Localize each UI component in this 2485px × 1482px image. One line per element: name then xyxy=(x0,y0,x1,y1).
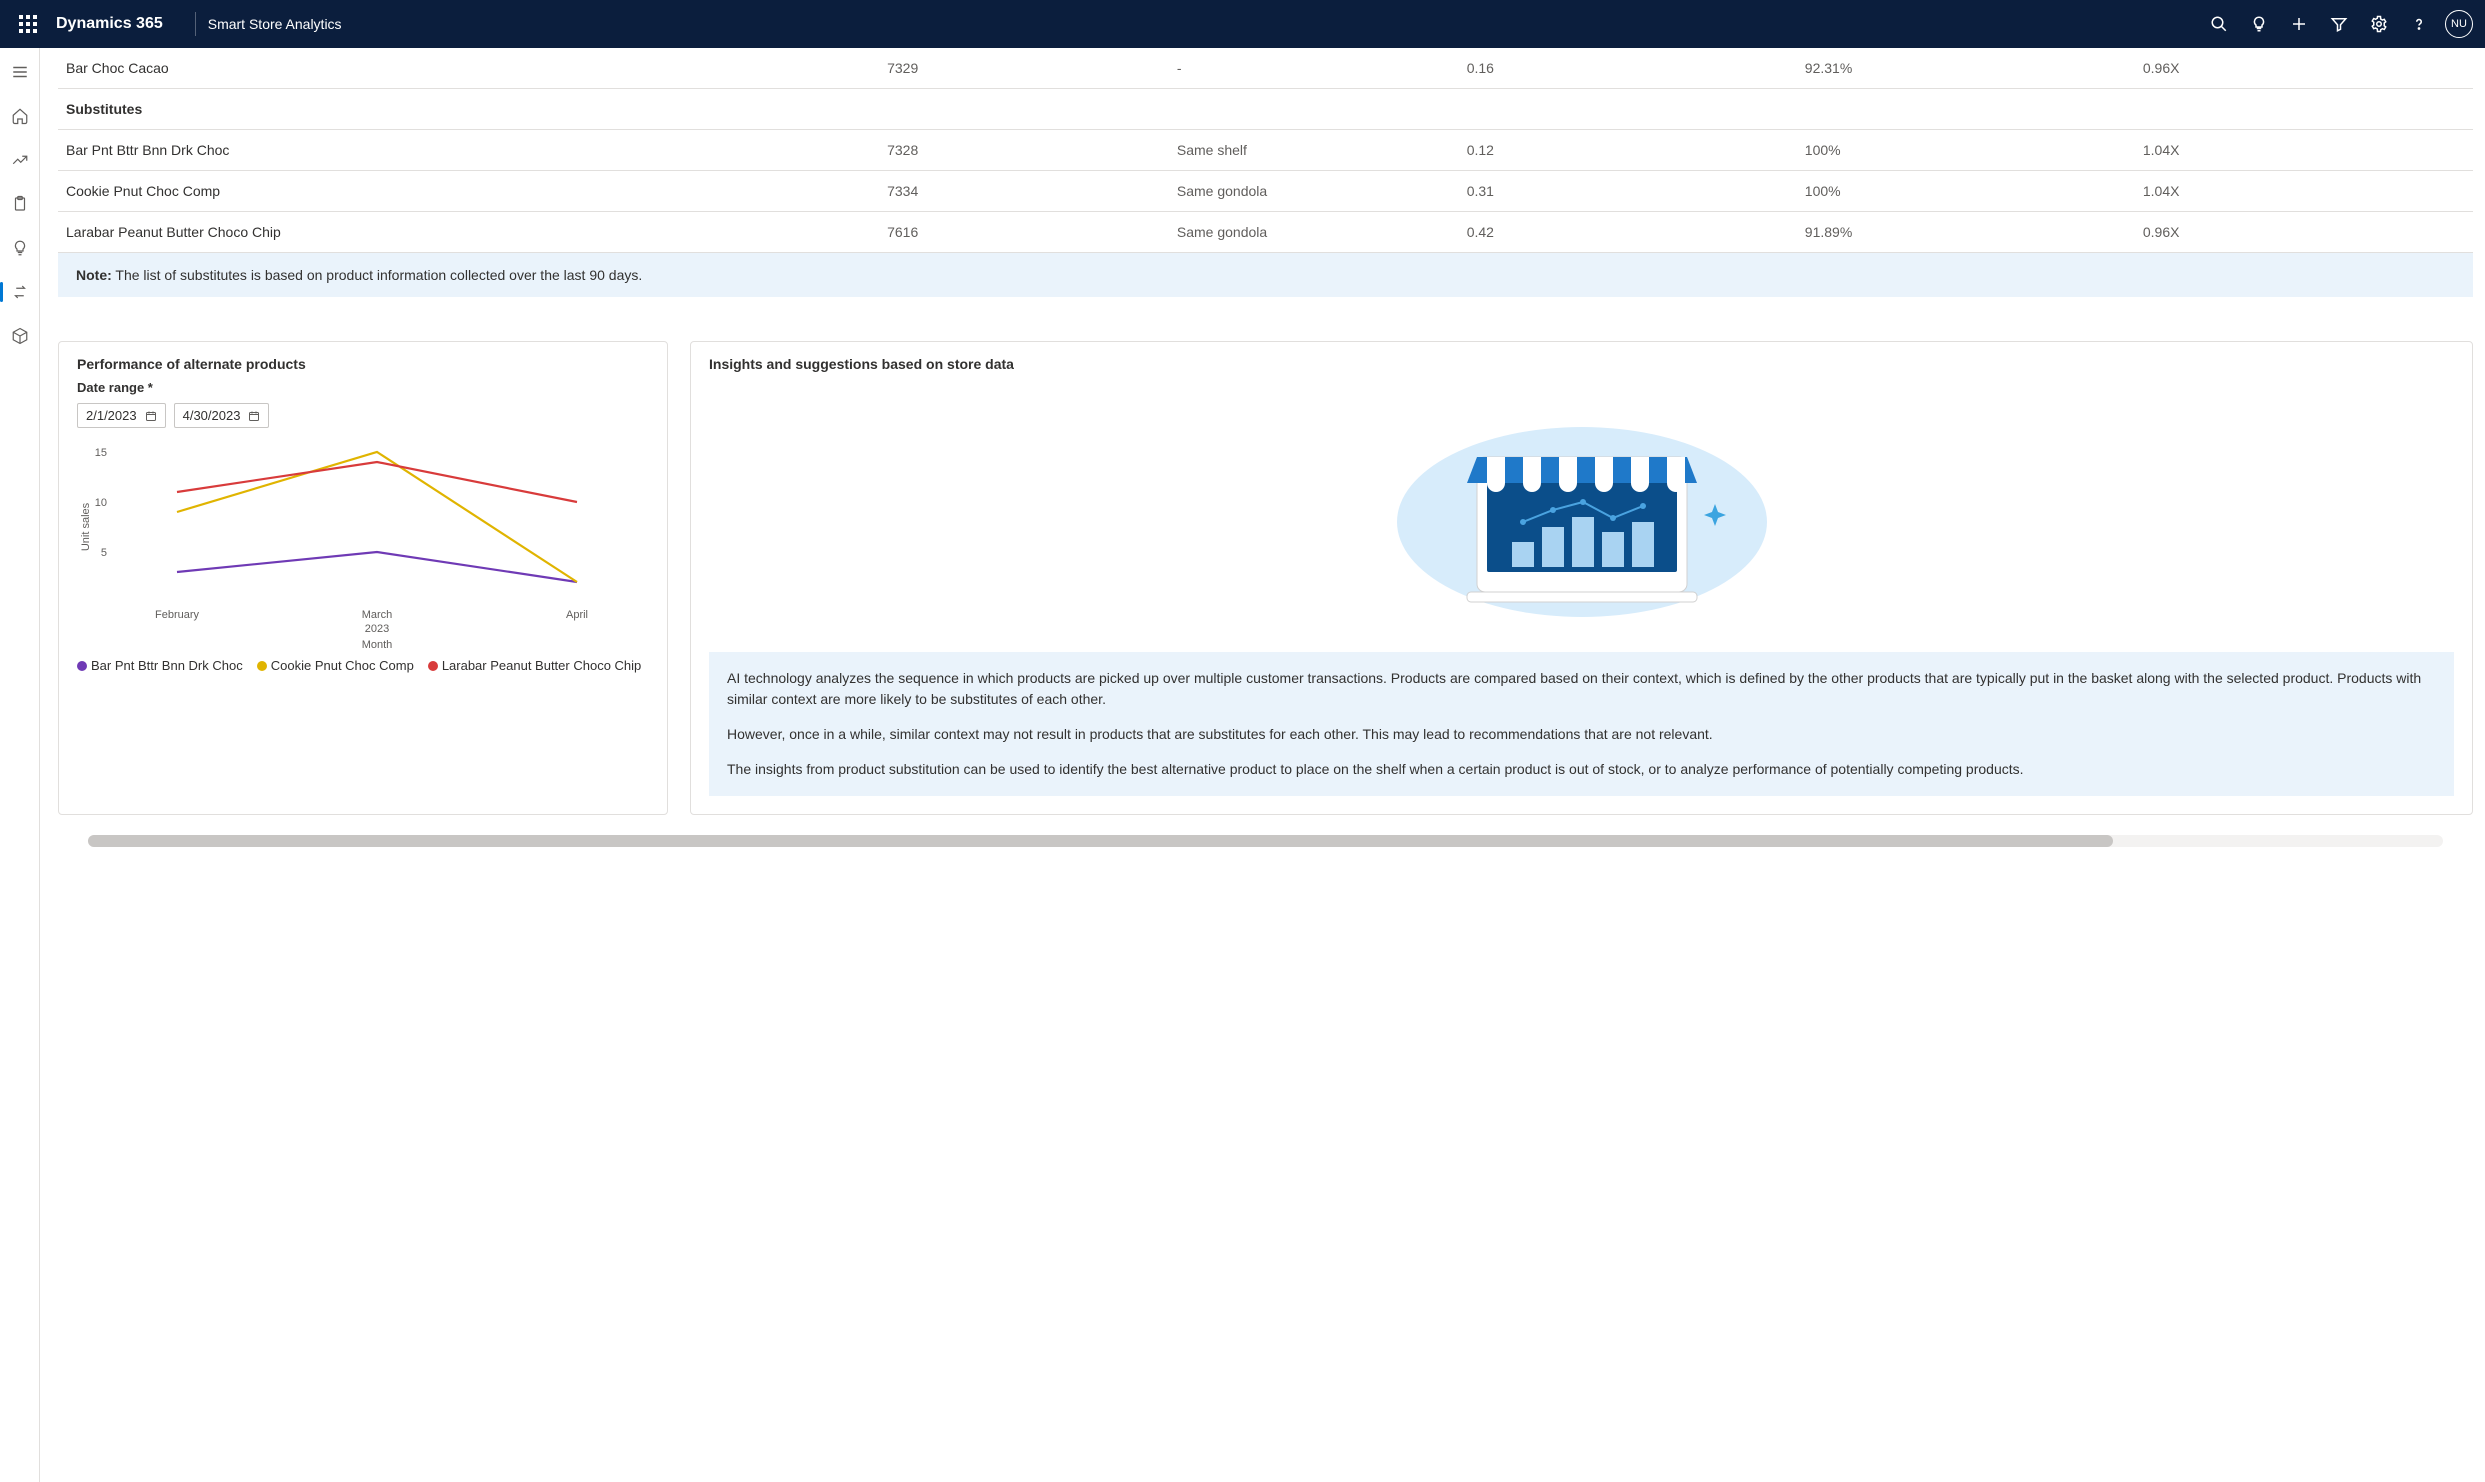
chart-up-icon[interactable] xyxy=(4,144,36,176)
cell-pct: 100% xyxy=(1797,130,2135,171)
date-range-label: Date range * xyxy=(77,380,649,395)
hamburger-icon[interactable] xyxy=(4,56,36,88)
cell-name: Larabar Peanut Butter Choco Chip xyxy=(58,212,879,253)
clipboard-icon[interactable] xyxy=(4,188,36,220)
app-launcher-icon[interactable] xyxy=(8,0,48,48)
gear-icon[interactable] xyxy=(2359,0,2399,48)
cell-location: Same shelf xyxy=(1169,130,1459,171)
cell-sku: 7329 xyxy=(879,48,1169,89)
svg-text:Month: Month xyxy=(362,639,393,651)
svg-text:10: 10 xyxy=(95,497,107,509)
cell-val1: 0.12 xyxy=(1459,130,1797,171)
insights-p3: The insights from product substitution c… xyxy=(727,759,2436,780)
svg-text:15: 15 xyxy=(95,447,107,459)
help-icon[interactable] xyxy=(2399,0,2439,48)
legend-label: Larabar Peanut Butter Choco Chip xyxy=(442,658,641,673)
svg-text:Unit sales: Unit sales xyxy=(80,502,92,551)
cell-location: Same gondola xyxy=(1169,171,1459,212)
cell-sku: 7616 xyxy=(879,212,1169,253)
insights-illustration xyxy=(1392,402,1772,622)
table-row[interactable]: Cookie Pnut Choc Comp 7334 Same gondola … xyxy=(58,171,2473,212)
svg-text:March: March xyxy=(362,609,393,621)
cell-ratio: 1.04X xyxy=(2135,130,2473,171)
calendar-icon xyxy=(145,410,157,422)
legend-dot-icon xyxy=(428,661,438,671)
search-icon[interactable] xyxy=(2199,0,2239,48)
avatar-initials: NU xyxy=(2451,18,2467,30)
cell-sku: 7328 xyxy=(879,130,1169,171)
legend-dot-icon xyxy=(257,661,267,671)
note-label: Note: xyxy=(76,267,112,283)
scrollbar-thumb[interactable] xyxy=(88,835,2113,847)
table-row[interactable]: Larabar Peanut Butter Choco Chip 7616 Sa… xyxy=(58,212,2473,253)
plus-icon[interactable] xyxy=(2279,0,2319,48)
note-text: The list of substitutes is based on prod… xyxy=(115,267,642,283)
insights-title: Insights and suggestions based on store … xyxy=(709,356,2454,372)
date-start-input[interactable]: 2/1/2023 xyxy=(77,403,166,428)
lightbulb-icon[interactable] xyxy=(2239,0,2279,48)
topbar: Dynamics 365 Smart Store Analytics NU xyxy=(0,0,2485,48)
cell-val1: 0.31 xyxy=(1459,171,1797,212)
table-row[interactable]: Bar Pnt Bttr Bnn Drk Choc 7328 Same shel… xyxy=(58,130,2473,171)
package-icon[interactable] xyxy=(4,320,36,352)
svg-text:2023: 2023 xyxy=(365,623,389,635)
section-header: Substitutes xyxy=(58,89,2473,130)
cell-name: Bar Choc Cacao xyxy=(58,48,879,89)
legend-item[interactable]: Bar Pnt Bttr Bnn Drk Choc xyxy=(77,658,243,673)
app-name-label[interactable]: Smart Store Analytics xyxy=(208,16,342,32)
cell-ratio: 0.96X xyxy=(2135,212,2473,253)
svg-text:5: 5 xyxy=(101,547,107,559)
legend-label: Cookie Pnut Choc Comp xyxy=(271,658,414,673)
note-banner: Note: The list of substitutes is based o… xyxy=(58,253,2473,297)
legend-item[interactable]: Larabar Peanut Butter Choco Chip xyxy=(428,658,641,673)
date-end-input[interactable]: 4/30/2023 xyxy=(174,403,270,428)
cell-pct: 92.31% xyxy=(1797,48,2135,89)
divider xyxy=(195,12,196,36)
horizontal-scrollbar[interactable] xyxy=(88,835,2443,847)
sidebar xyxy=(0,48,40,1482)
chart-panel: Performance of alternate products Date r… xyxy=(58,341,668,815)
cell-name: Cookie Pnut Choc Comp xyxy=(58,171,879,212)
section-header-row: Substitutes xyxy=(58,89,2473,130)
date-end-value: 4/30/2023 xyxy=(183,408,241,423)
insights-p1: AI technology analyzes the sequence in w… xyxy=(727,668,2436,710)
home-icon[interactable] xyxy=(4,100,36,132)
legend-label: Bar Pnt Bttr Bnn Drk Choc xyxy=(91,658,243,673)
insights-text-block: AI technology analyzes the sequence in w… xyxy=(709,652,2454,796)
cell-pct: 91.89% xyxy=(1797,212,2135,253)
table-row[interactable]: Bar Choc Cacao 7329 - 0.16 92.31% 0.96X xyxy=(58,48,2473,89)
calendar-icon xyxy=(248,410,260,422)
date-start-value: 2/1/2023 xyxy=(86,408,137,423)
cell-val1: 0.16 xyxy=(1459,48,1797,89)
main-content: Bar Choc Cacao 7329 - 0.16 92.31% 0.96X … xyxy=(40,48,2485,1482)
chart-legend: Bar Pnt Bttr Bnn Drk Choc Cookie Pnut Cho… xyxy=(77,658,649,673)
cell-val1: 0.42 xyxy=(1459,212,1797,253)
cell-ratio: 1.04X xyxy=(2135,171,2473,212)
cell-ratio: 0.96X xyxy=(2135,48,2473,89)
chart-panel-title: Performance of alternate products xyxy=(77,356,649,372)
cell-pct: 100% xyxy=(1797,171,2135,212)
swap-icon[interactable] xyxy=(4,276,36,308)
svg-text:February: February xyxy=(155,609,200,621)
legend-item[interactable]: Cookie Pnut Choc Comp xyxy=(257,658,414,673)
line-chart: 5 10 15 Unit sales February March April 2023 Mon… xyxy=(77,442,649,652)
cell-name: Bar Pnt Bttr Bnn Drk Choc xyxy=(58,130,879,171)
filter-icon[interactable] xyxy=(2319,0,2359,48)
svg-text:April: April xyxy=(566,609,588,621)
insights-p2: However, once in a while, similar contex… xyxy=(727,724,2436,745)
insights-panel: Insights and suggestions based on store … xyxy=(690,341,2473,815)
cell-sku: 7334 xyxy=(879,171,1169,212)
cell-location: - xyxy=(1169,48,1459,89)
brand-label[interactable]: Dynamics 365 xyxy=(56,15,163,33)
legend-dot-icon xyxy=(77,661,87,671)
substitutes-table: Bar Choc Cacao 7329 - 0.16 92.31% 0.96X … xyxy=(58,48,2473,253)
lightbulb-side-icon[interactable] xyxy=(4,232,36,264)
cell-location: Same gondola xyxy=(1169,212,1459,253)
avatar[interactable]: NU xyxy=(2445,10,2473,38)
